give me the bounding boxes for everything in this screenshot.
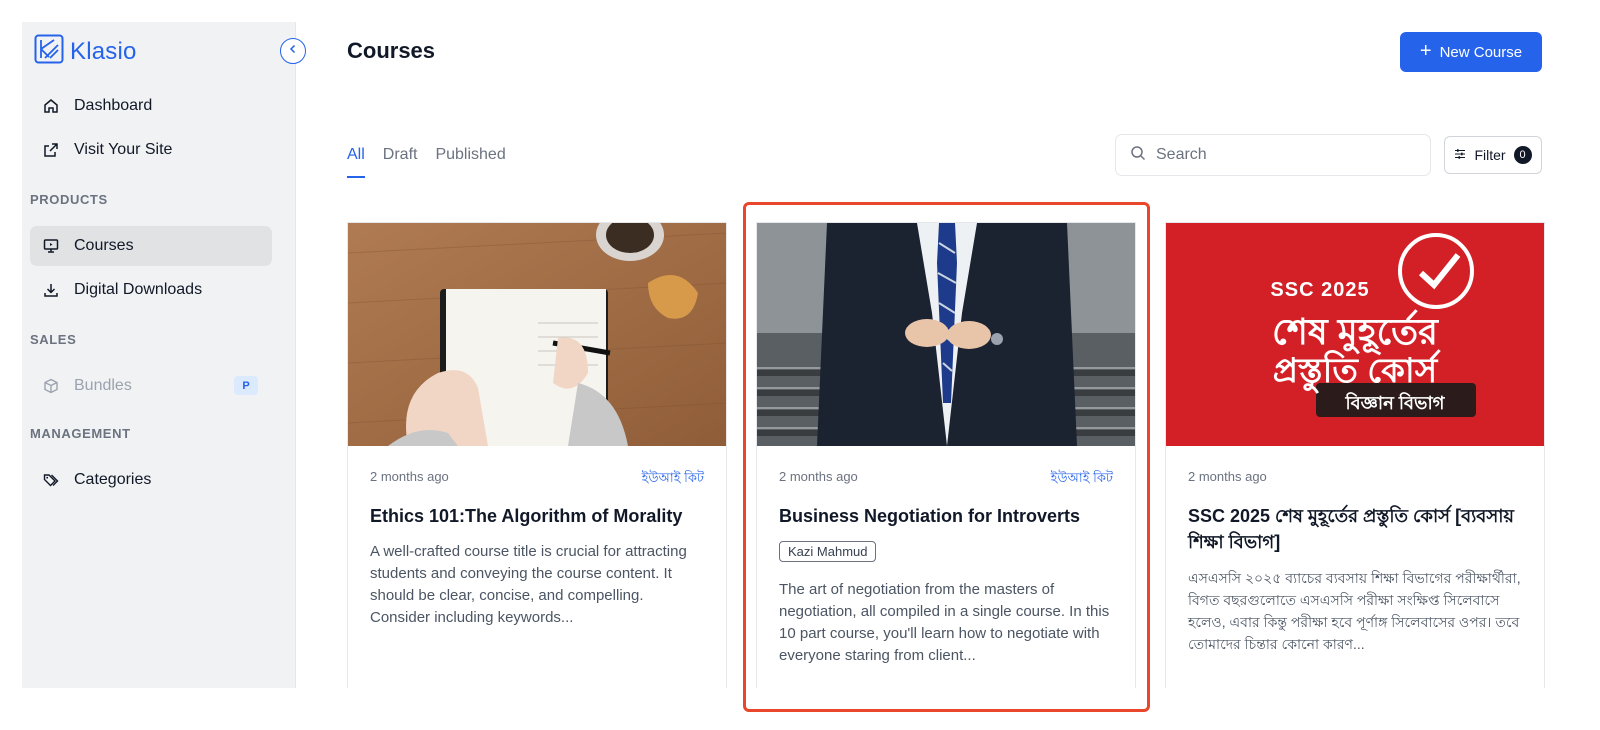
sidebar-item-digital-downloads[interactable]: Digital Downloads: [30, 270, 272, 310]
pro-badge: P: [234, 376, 258, 395]
sidebar-item-label: Categories: [74, 471, 152, 488]
search-box: [1115, 134, 1431, 176]
search-input[interactable]: [1156, 146, 1416, 164]
sidebar-item-bundles[interactable]: Bundles P: [30, 366, 272, 406]
klasio-logo-icon: [34, 34, 64, 69]
course-time: 2 months ago: [370, 469, 449, 484]
sidebar-item-categories[interactable]: Categories: [30, 460, 272, 500]
course-meta: 2 months ago: [1188, 469, 1522, 484]
course-category-tag[interactable]: ইউআই কিট: [642, 469, 704, 490]
download-icon: [42, 281, 60, 299]
chevron-left-icon: [287, 42, 299, 60]
course-card[interactable]: 2 months ago ইউআই কিট Business Negotiati…: [756, 222, 1136, 688]
tab-all[interactable]: All: [347, 140, 365, 178]
plus-icon: +: [1419, 40, 1432, 62]
sidebar-item-visit-site[interactable]: Visit Your Site: [30, 130, 272, 170]
course-category-tag[interactable]: ইউআই কিট: [1051, 469, 1113, 490]
filter-count-badge: 0: [1513, 146, 1532, 164]
sidebar-item-dashboard[interactable]: Dashboard: [30, 86, 272, 126]
sidebar-item-courses[interactable]: Courses: [30, 226, 272, 266]
tags-icon: [42, 471, 60, 489]
filter-button[interactable]: Filter 0: [1444, 136, 1542, 174]
sidebar-item-label: Digital Downloads: [74, 281, 203, 298]
filter-sliders-icon: [1454, 147, 1466, 163]
tab-draft[interactable]: Draft: [383, 140, 418, 178]
course-title[interactable]: Business Negotiation for Introverts: [779, 503, 1113, 529]
new-course-label: New Course: [1439, 43, 1523, 61]
search-icon: [1130, 145, 1146, 166]
course-thumbnail: SSC 2025 শেষ মুহূর্তের প্রস্তুতি কোর্স ব…: [1166, 223, 1544, 446]
filter-label: Filter: [1474, 147, 1506, 163]
app-logo[interactable]: Klasio: [34, 34, 137, 69]
section-label-sales: SALES: [30, 332, 77, 347]
section-label-products: PRODUCTS: [30, 192, 108, 207]
course-description: এসএসসি ২০২৫ ব্যাচের ব্যবসায় শিক্ষা বিভা…: [1188, 570, 1521, 652]
app-name: Klasio: [70, 37, 137, 65]
home-icon: [42, 97, 60, 115]
sidebar: Klasio Dashboard Visit Your Site PRODUCT…: [22, 22, 306, 688]
external-link-icon: [42, 141, 60, 159]
poster-line-4: বিজ্ঞান বিভাগ: [1345, 393, 1445, 413]
new-course-button[interactable]: + New Course: [1400, 32, 1542, 72]
collapse-sidebar-button[interactable]: [280, 38, 306, 64]
course-time: 2 months ago: [779, 469, 858, 484]
course-status-tabs: All Draft Published: [347, 140, 524, 178]
course-card[interactable]: SSC 2025 শেষ মুহূর্তের প্রস্তুতি কোর্স ব…: [1165, 222, 1545, 688]
box-icon: [42, 377, 60, 395]
course-description: A well-crafted course title is crucial f…: [370, 543, 687, 626]
course-title[interactable]: Ethics 101:The Algorithm of Morality: [370, 503, 704, 529]
monitor-icon: [42, 237, 60, 255]
course-title[interactable]: SSC 2025 শেষ মুহূর্তের প্রস্তুতি কোর্স […: [1188, 503, 1522, 555]
course-author-badge: Kazi Mahmud: [779, 541, 877, 562]
course-description: The art of negotiation from the masters …: [779, 581, 1110, 664]
course-thumbnail: [348, 223, 726, 446]
sidebar-item-label: Bundles: [74, 377, 132, 394]
page-title: Courses: [347, 38, 436, 63]
course-thumbnail: [757, 223, 1135, 446]
section-label-management: MANAGEMENT: [30, 426, 131, 441]
course-meta: 2 months ago ইউআই কিট: [370, 469, 704, 490]
poster-line-1: SSC 2025: [1270, 279, 1370, 301]
course-time: 2 months ago: [1188, 469, 1267, 484]
course-card[interactable]: 2 months ago ইউআই কিট Ethics 101:The Alg…: [347, 222, 727, 688]
course-meta: 2 months ago ইউআই কিট: [779, 469, 1113, 490]
tab-published[interactable]: Published: [435, 140, 505, 178]
sidebar-item-label: Dashboard: [74, 97, 153, 114]
sidebar-item-label: Courses: [74, 237, 134, 254]
sidebar-item-label: Visit Your Site: [74, 141, 173, 158]
